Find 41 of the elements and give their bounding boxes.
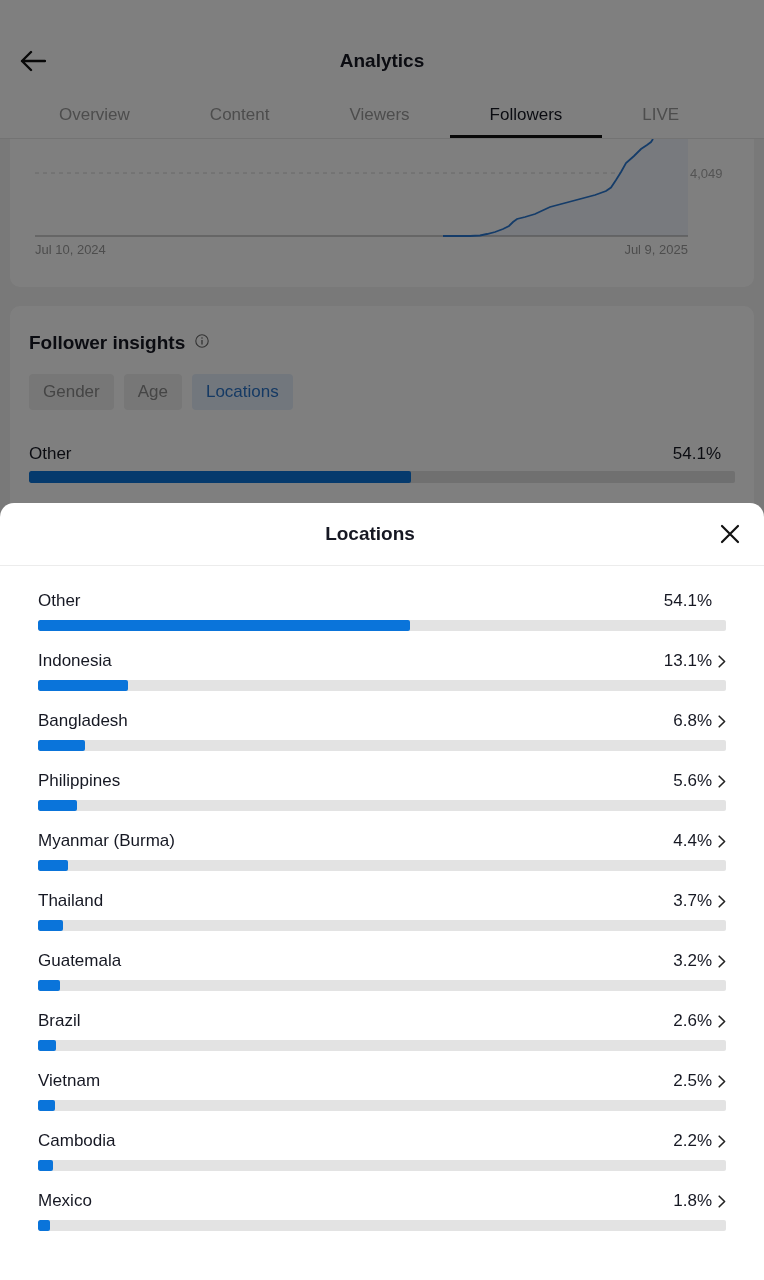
location-percentage: 3.2% — [673, 950, 712, 972]
location-name: Cambodia — [38, 1130, 116, 1152]
page-title: Analytics — [339, 50, 425, 72]
location-percentage: 2.5% — [673, 1070, 712, 1092]
location-percentage: 5.6% — [673, 770, 712, 792]
chevron-right-icon[interactable] — [718, 654, 726, 668]
chevron-right-icon[interactable] — [718, 954, 726, 968]
location-name: Indonesia — [38, 650, 112, 672]
location-percentage: 54.1% — [672, 443, 721, 465]
location-percentage: 6.8% — [673, 710, 712, 732]
chevron-right-icon[interactable] — [718, 1074, 726, 1088]
location-name: Guatemala — [38, 950, 122, 972]
sheet-title: Locations — [325, 523, 415, 545]
chevron-right-icon[interactable] — [718, 714, 726, 728]
filter-chip[interactable]: Locations — [191, 374, 293, 410]
location-name: Other — [38, 590, 81, 612]
section-title: Follower insights — [29, 332, 186, 354]
back-arrow-icon[interactable] — [20, 50, 46, 72]
location-percentage: 2.2% — [673, 1130, 712, 1152]
location-percentage: 3.7% — [673, 890, 712, 912]
location-percentage: 1.8% — [673, 1190, 712, 1212]
chevron-right-icon[interactable] — [718, 774, 726, 788]
close-icon[interactable] — [720, 524, 740, 544]
location-percentage: 13.1% — [663, 650, 712, 672]
chevron-right-icon[interactable] — [718, 894, 726, 908]
location-name: Bangladesh — [38, 710, 128, 732]
location-name: Mexico — [38, 1190, 92, 1212]
location-percentage: 4.4% — [673, 830, 712, 852]
info-icon[interactable] — [195, 334, 210, 348]
chevron-right-icon[interactable] — [718, 1014, 726, 1028]
chevron-right-icon[interactable] — [718, 834, 726, 848]
chevron-right-icon[interactable] — [718, 1134, 726, 1148]
location-name: Vietnam — [38, 1070, 101, 1092]
location-name: Philippines — [38, 770, 121, 792]
chevron-right-icon[interactable] — [718, 1194, 726, 1208]
location-name: Brazil — [38, 1010, 81, 1032]
location-name: Thailand — [38, 890, 104, 912]
location-percentage: 2.6% — [673, 1010, 712, 1032]
location-name: Myanmar (Burma) — [38, 830, 175, 852]
location-name: Other — [29, 443, 72, 465]
location-percentage: 54.1% — [663, 590, 712, 612]
